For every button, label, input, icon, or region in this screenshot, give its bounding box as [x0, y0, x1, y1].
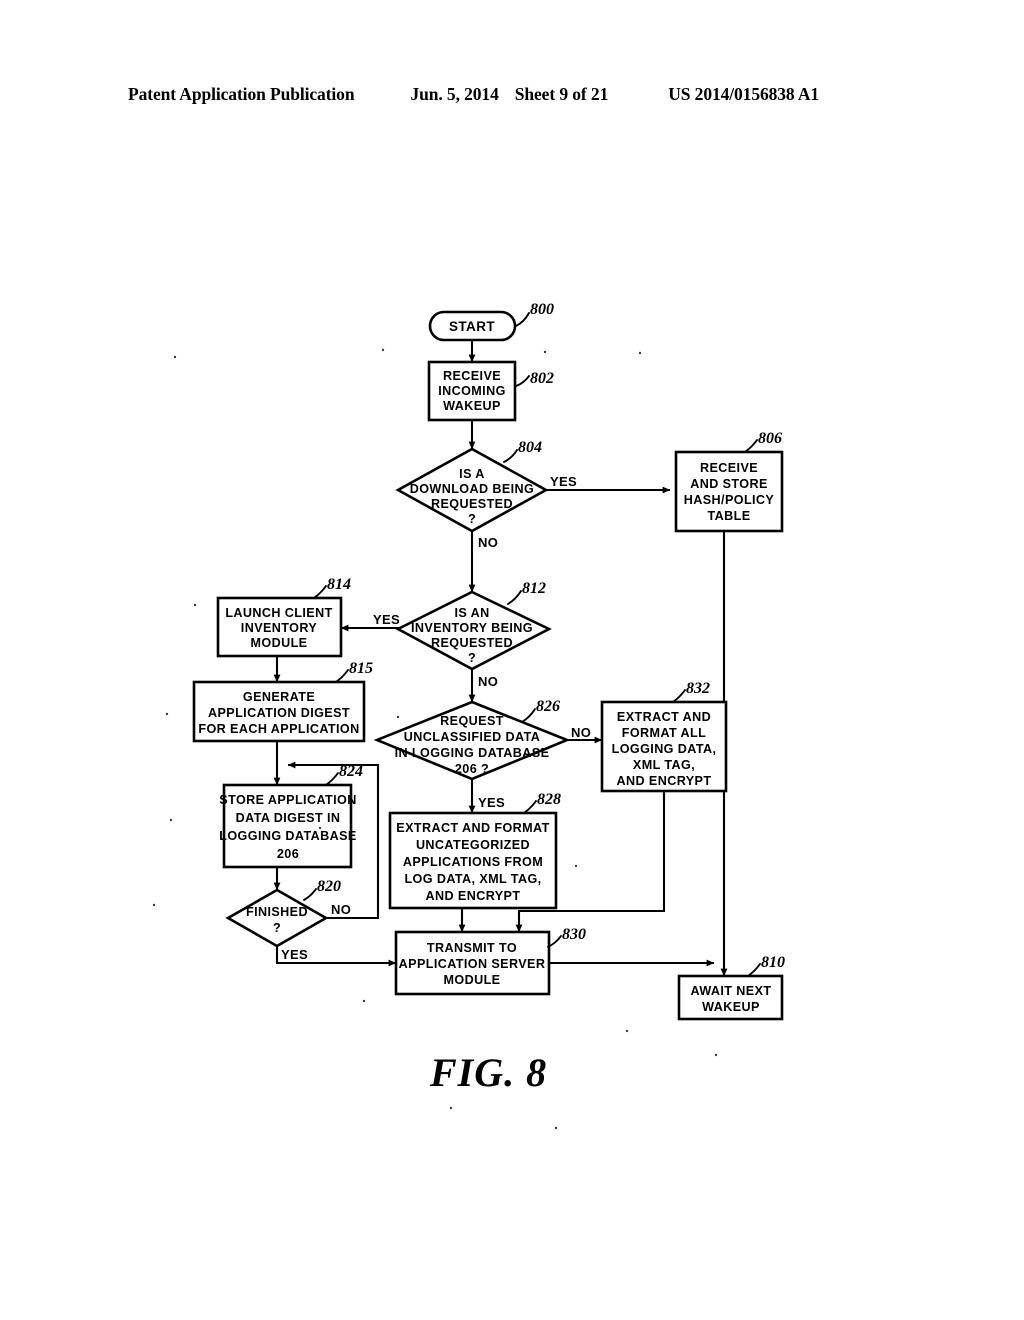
extract-unc-line1: EXTRACT AND FORMAT [396, 821, 549, 835]
leader-800 [515, 312, 530, 327]
extract-all-line1: EXTRACT AND [617, 710, 711, 724]
ref-815: 815 [349, 660, 373, 677]
ref-826: 826 [536, 698, 560, 715]
transmit-line3: MODULE [444, 973, 501, 987]
unclassified-line3: IN LOGGING DATABASE [395, 746, 550, 760]
ref-830: 830 [562, 926, 586, 943]
await-line1: AWAIT NEXT [691, 984, 772, 998]
leader-814 [313, 585, 327, 599]
node-generate-application-digest: GENERATE APPLICATION DIGEST FOR EACH APP… [192, 660, 373, 743]
store-line4: 206 [277, 847, 299, 861]
extract-unc-line3: APPLICATIONS FROM [403, 855, 543, 869]
inventory-decision-line4: ? [468, 651, 476, 665]
edge-label-finished-yes: YES [281, 947, 308, 962]
figure-8-flowchart: START 800 RECEIVE INCOMING WAKEUP 802 IS… [0, 0, 1024, 1320]
download-decision-line1: IS A [459, 467, 485, 481]
node-extract-format-all-logging-data: EXTRACT AND FORMAT ALL LOGGING DATA, XML… [600, 680, 728, 793]
ref-812: 812 [522, 580, 546, 597]
ref-832: 832 [686, 680, 710, 697]
figure-caption: FIG. 8 [429, 1050, 547, 1095]
receive-wakeup-line2: INCOMING [438, 384, 506, 398]
leader-832 [672, 689, 686, 703]
inventory-decision-line1: IS AN [454, 606, 489, 620]
finished-line2: ? [273, 921, 281, 935]
leader-824 [325, 772, 339, 786]
generate-line1: GENERATE [243, 690, 315, 704]
leader-820 [303, 888, 317, 901]
edge-label-unclassified-yes: YES [478, 795, 505, 810]
finished-line1: FINISHED [246, 905, 308, 919]
hash-line4: TABLE [707, 509, 750, 523]
extract-all-line4: XML TAG, [633, 758, 695, 772]
edge-label-unclassified-no: NO [571, 725, 591, 740]
ref-802: 802 [530, 370, 554, 387]
node-launch-client-inventory-module: LAUNCH CLIENT INVENTORY MODULE 814 [216, 576, 351, 658]
edge-label-finished-no: NO [331, 902, 351, 917]
leader-802 [515, 375, 530, 387]
ref-800: 800 [530, 301, 554, 318]
launch-line1: LAUNCH CLIENT [225, 606, 332, 620]
extract-unc-line4: LOG DATA, XML TAG, [404, 872, 541, 886]
ref-804: 804 [518, 439, 542, 456]
hash-line1: RECEIVE [700, 461, 758, 475]
node-store-application-data-digest: STORE APPLICATION DATA DIGEST IN LOGGING… [219, 763, 363, 869]
start-label: START [449, 319, 495, 334]
store-line1: STORE APPLICATION [219, 793, 356, 807]
generate-line2: APPLICATION DIGEST [208, 706, 350, 720]
unclassified-line4: 206 ? [455, 762, 489, 776]
extract-all-line2: FORMAT ALL [622, 726, 706, 740]
leader-806 [744, 439, 758, 453]
download-decision-line3: REQUESTED [431, 497, 513, 511]
leader-810 [747, 963, 761, 977]
generate-line3: FOR EACH APPLICATION [198, 722, 359, 736]
download-decision-line2: DOWNLOAD BEING [410, 482, 535, 496]
ref-806: 806 [758, 430, 782, 447]
download-decision-line4: ? [468, 512, 476, 526]
node-is-inventory-requested: IS AN INVENTORY BEING REQUESTED ? 812 YE… [373, 580, 552, 689]
inventory-decision-line2: INVENTORY BEING [411, 621, 533, 635]
launch-line2: INVENTORY [241, 621, 318, 635]
await-line2: WAKEUP [702, 1000, 760, 1014]
node-receive-store-hash-policy: RECEIVE AND STORE HASH/POLICY TABLE 806 [674, 430, 784, 533]
receive-wakeup-line1: RECEIVE [443, 369, 501, 383]
inventory-decision-line3: REQUESTED [431, 636, 513, 650]
edge-label-inventory-no: NO [478, 674, 498, 689]
store-line3: LOGGING DATABASE [219, 829, 356, 843]
unclassified-line1: REQUEST [440, 714, 504, 728]
transmit-line1: TRANSMIT TO [427, 941, 517, 955]
edge-label-download-yes: YES [550, 474, 577, 489]
ref-824: 824 [339, 763, 363, 780]
leader-815 [335, 669, 349, 683]
launch-line3: MODULE [251, 636, 308, 650]
node-finished-decision: FINISHED ? 820 NO YES [225, 878, 351, 962]
leader-804 [503, 449, 518, 463]
extract-all-line3: LOGGING DATA, [612, 742, 717, 756]
extract-unc-line2: UNCATEGORIZED [416, 838, 530, 852]
ref-810: 810 [761, 954, 785, 971]
hash-line3: HASH/POLICY [684, 493, 775, 507]
extract-unc-line5: AND ENCRYPT [426, 889, 521, 903]
ref-814: 814 [327, 576, 351, 593]
ref-828: 828 [537, 791, 561, 808]
hash-line2: AND STORE [690, 477, 768, 491]
leader-826 [521, 708, 536, 723]
node-start: START 800 [428, 301, 554, 342]
node-receive-incoming-wakeup: RECEIVE INCOMING WAKEUP 802 [427, 360, 554, 422]
node-transmit-to-application-server: TRANSMIT TO APPLICATION SERVER MODULE 83… [394, 926, 586, 996]
receive-wakeup-line3: WAKEUP [443, 399, 501, 413]
leader-828 [523, 800, 537, 814]
edge-label-download-no: NO [478, 535, 498, 550]
node-extract-format-uncategorized: EXTRACT AND FORMAT UNCATEGORIZED APPLICA… [388, 791, 561, 910]
leader-812 [507, 590, 522, 605]
extract-all-line5: AND ENCRYPT [617, 774, 712, 788]
node-is-download-requested: IS A DOWNLOAD BEING REQUESTED ? 804 YES … [395, 439, 577, 550]
edge-label-inventory-yes: YES [373, 612, 400, 627]
unclassified-line2: UNCLASSIFIED DATA [404, 730, 540, 744]
store-line2: DATA DIGEST IN [236, 811, 341, 825]
transmit-line2: APPLICATION SERVER [399, 957, 546, 971]
ref-820: 820 [317, 878, 341, 895]
